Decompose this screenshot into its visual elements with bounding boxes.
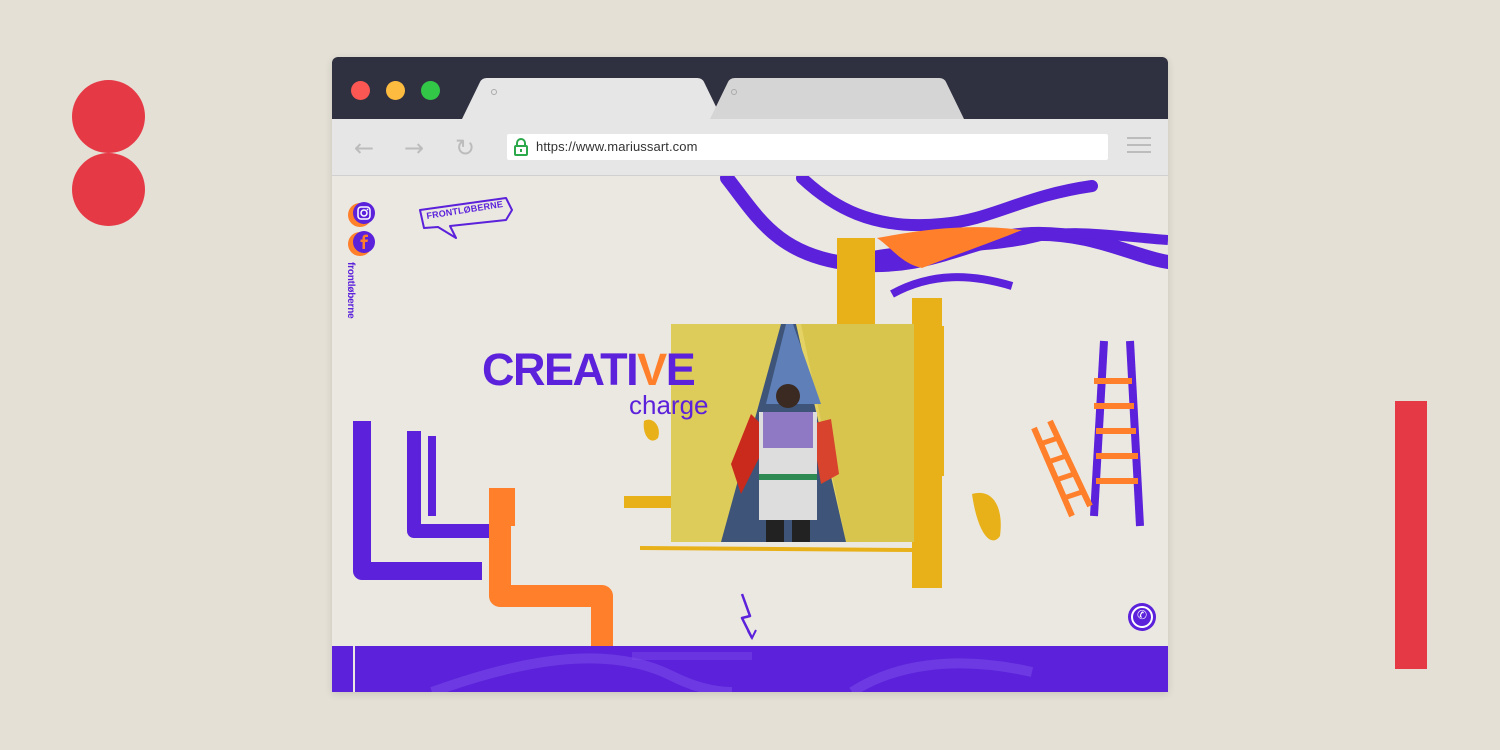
browser-titlebar	[332, 57, 1168, 119]
instagram-link[interactable]	[348, 202, 375, 228]
lock-icon	[514, 138, 528, 156]
hamburger-menu-icon[interactable]	[1127, 137, 1151, 157]
browser-toolbar: ← → ↻ https://www.mariussart.com	[332, 119, 1168, 176]
tab-inactive[interactable]	[710, 78, 964, 119]
address-bar[interactable]: https://www.mariussart.com	[507, 134, 1108, 160]
phone-glyph: ✆	[1136, 608, 1148, 622]
instagram-icon	[353, 202, 375, 224]
footer-band	[332, 646, 1168, 692]
url-text: https://www.mariussart.com	[536, 139, 698, 154]
close-window-button[interactable]	[351, 81, 370, 100]
decor-red-dot-top	[72, 80, 145, 153]
tab-favicon	[731, 89, 737, 95]
tab-favicon	[491, 89, 497, 95]
browser-window: ← → ↻ https://www.mariussart.com frontlø…	[332, 57, 1168, 692]
vertical-brand-text: frontløberne	[345, 262, 356, 319]
tab-active[interactable]	[462, 78, 722, 119]
back-button[interactable]: ←	[349, 133, 379, 163]
headline-accent-letter: V	[637, 344, 667, 395]
maximize-window-button[interactable]	[421, 81, 440, 100]
site-logo[interactable]: FRONTLØBERNE	[418, 196, 514, 242]
page-viewport: frontløberne FRONTLØBERNE CREATIVE charg…	[332, 176, 1168, 692]
facebook-link[interactable]	[348, 231, 375, 257]
decor-red-bar	[1395, 401, 1427, 669]
headline-main: CREATI	[482, 344, 639, 395]
lightning-icon	[740, 593, 754, 639]
decor-red-dot-bottom	[72, 153, 145, 226]
phone-icon[interactable]: ✆	[1128, 603, 1156, 631]
hero-subheadline: charge	[629, 390, 709, 420]
hero-photo	[671, 324, 914, 542]
facebook-icon	[353, 231, 375, 253]
headline-end: E	[665, 344, 696, 395]
hero-headline: CREATIVE	[482, 344, 696, 395]
minimize-window-button[interactable]	[386, 81, 405, 100]
reload-button[interactable]: ↻	[450, 133, 480, 163]
forward-button[interactable]: →	[399, 133, 429, 163]
